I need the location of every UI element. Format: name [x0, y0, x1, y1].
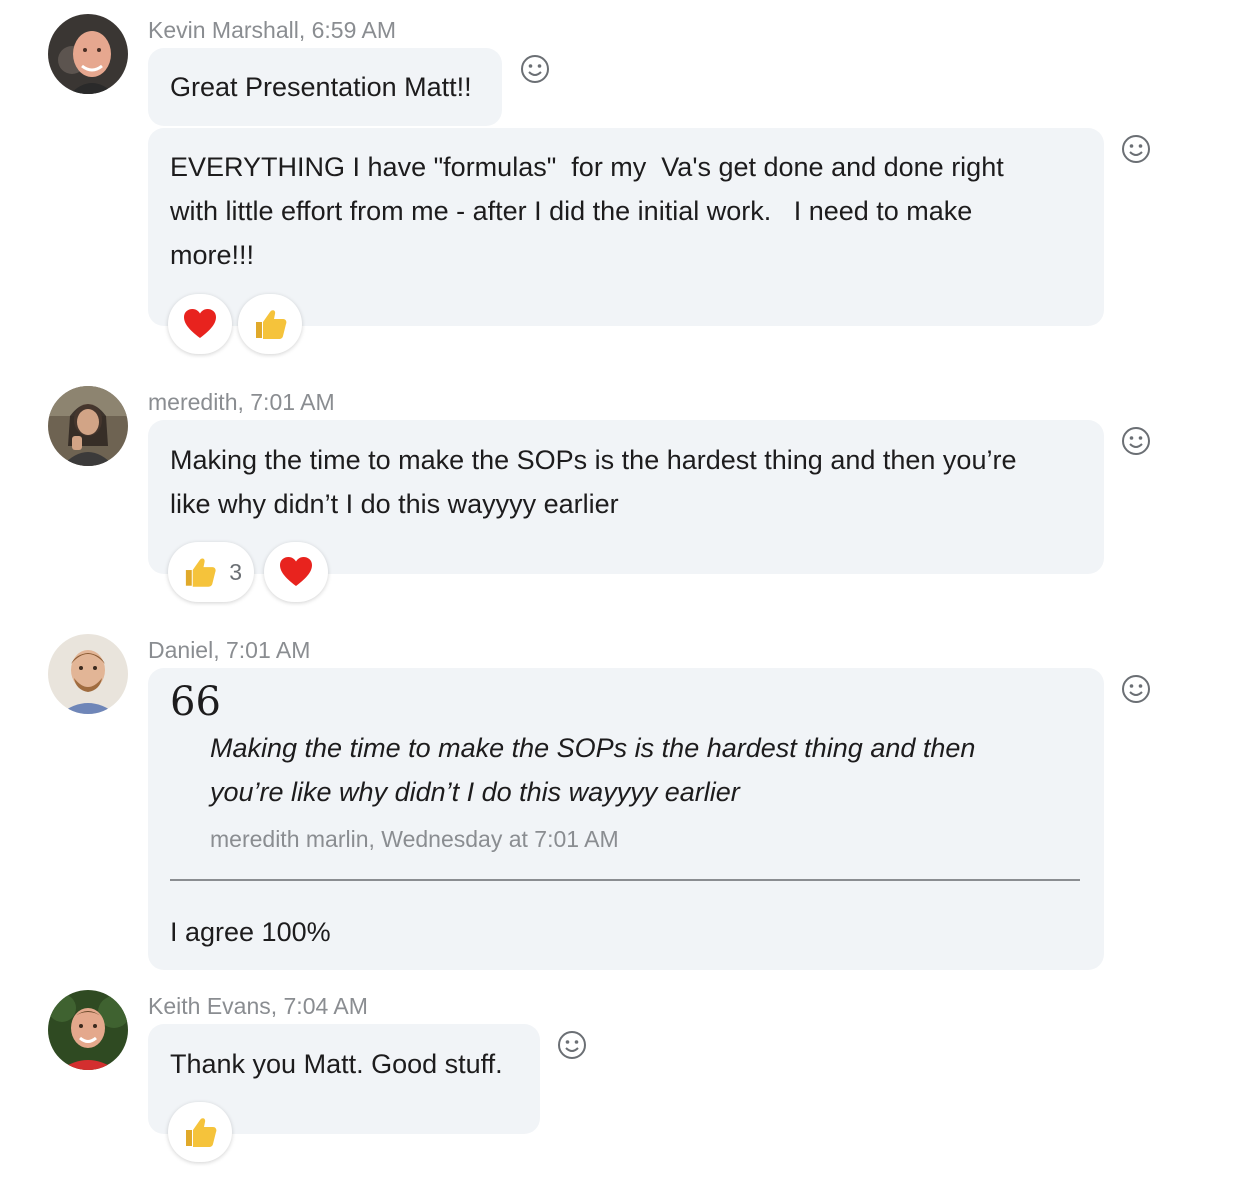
smiley-face-icon[interactable] [556, 1029, 588, 1061]
quote-mark: 66 [170, 679, 221, 725]
message-bubble: EVERYTHING I have "formulas" for my Va's… [148, 128, 1104, 326]
quote-attribution[interactable]: meredith marlin, Wednesday at 7:01 AM [210, 826, 619, 853]
reaction-count: 3 [229, 558, 242, 585]
reaction-heart[interactable] [264, 542, 328, 602]
message-meta: Daniel, 7:01 AM [148, 637, 311, 663]
message-meta: Kevin Marshall, 6:59 AM [148, 17, 397, 43]
avatar-keith-evans[interactable] [48, 990, 128, 1070]
thumbs-up-icon [256, 310, 287, 339]
smiley-face-icon[interactable] [1120, 133, 1152, 165]
avatar-meredith[interactable] [48, 386, 128, 466]
avatar-kevin-marshall[interactable] [48, 14, 128, 94]
avatar-daniel[interactable] [48, 634, 128, 714]
message-bubble: Great Presentation Matt!! [148, 48, 502, 126]
message-text: EVERYTHING I have "formulas" for my Va's… [170, 152, 1004, 270]
reaction-thumbs-up[interactable] [238, 294, 302, 354]
reaction-heart[interactable] [168, 294, 232, 354]
smiley-face-icon[interactable] [1120, 673, 1152, 705]
message-text: Thank you Matt. Good stuff. [170, 1049, 503, 1079]
thumbs-up-icon [186, 1118, 217, 1147]
reaction-thumbs-up[interactable] [168, 1102, 232, 1162]
reaction-thumbs-up[interactable]: 3 [168, 542, 254, 602]
smiley-face-icon[interactable] [519, 53, 551, 85]
heart-icon [184, 309, 216, 338]
smiley-face-icon[interactable] [1120, 425, 1152, 457]
message-meta: Keith Evans, 7:04 AM [148, 993, 368, 1019]
message-text: Making the time to make the SOPs is the … [170, 445, 1017, 519]
message-text: I agree 100% [170, 917, 331, 947]
quoted-message-text: Making the time to make the SOPs is the … [210, 733, 976, 807]
message-meta: meredith, 7:01 AM [148, 389, 335, 415]
message-text: Great Presentation Matt!! [170, 72, 472, 102]
heart-icon [280, 557, 312, 586]
quote-divider [170, 879, 1080, 881]
thumbs-up-icon [185, 558, 216, 587]
